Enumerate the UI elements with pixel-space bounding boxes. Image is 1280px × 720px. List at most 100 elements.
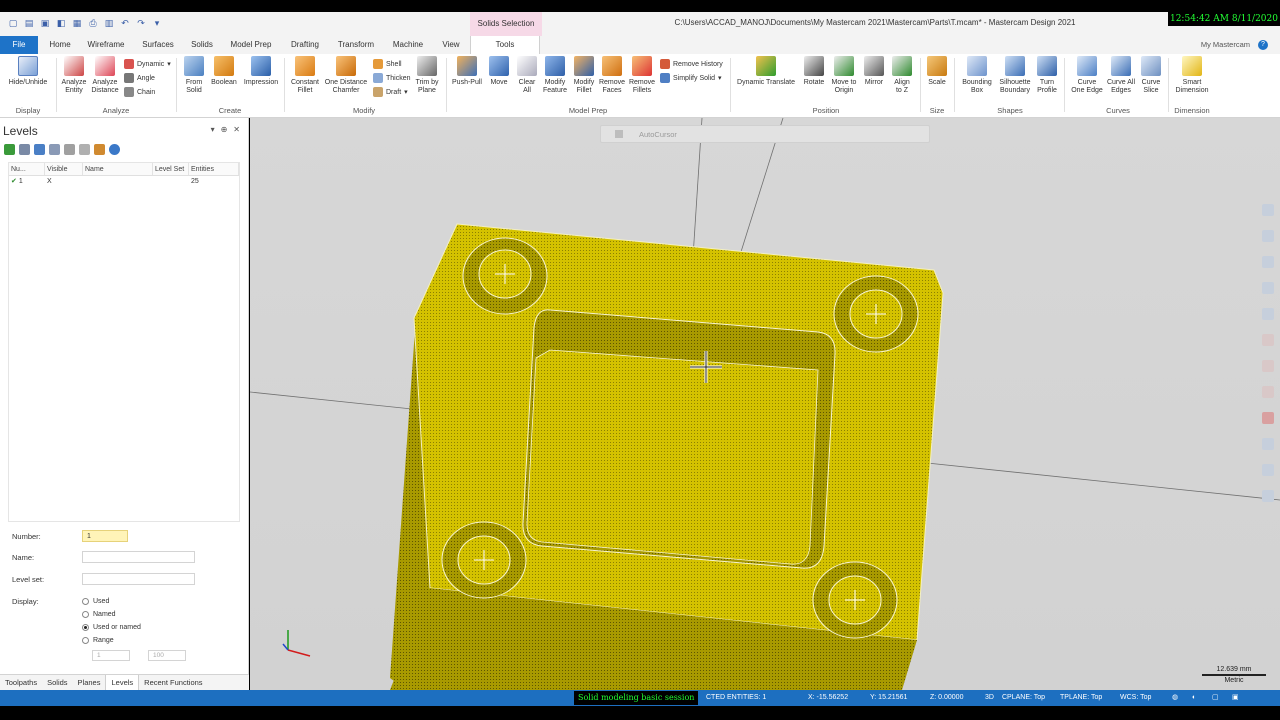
tab-tools[interactable]: Tools	[470, 36, 540, 54]
curve-slice-button[interactable]: Curve Slice	[1136, 56, 1166, 95]
tab-solids-manager[interactable]: Solids	[42, 675, 72, 690]
scale-button[interactable]: Scale	[924, 56, 950, 87]
column-level-set[interactable]: Level Set	[153, 163, 189, 175]
shading-icon[interactable]	[1262, 412, 1274, 424]
hole-top-right[interactable]	[833, 275, 919, 353]
remove-fillets-button[interactable]: Remove Fillets	[628, 56, 656, 95]
column-number[interactable]: Nu...	[9, 163, 45, 175]
list-icon[interactable]	[79, 144, 90, 155]
rotate-button[interactable]: Rotate	[800, 56, 828, 87]
radio-range[interactable]: Range	[82, 637, 114, 644]
modify-fillet-button[interactable]: Modify Fillet	[570, 56, 598, 95]
one-distance-chamfer-button[interactable]: One Distance Chamfer	[322, 56, 370, 95]
move-button[interactable]: Move	[486, 56, 512, 87]
impression-button[interactable]: Impression	[240, 56, 282, 87]
tab-recent-functions[interactable]: Recent Functions	[139, 675, 207, 690]
radio-used[interactable]: Used	[82, 598, 109, 605]
view-right-icon[interactable]	[1262, 360, 1274, 372]
row-visible-cell[interactable]: X	[45, 176, 83, 188]
chain-button[interactable]: Chain	[124, 87, 155, 97]
curve-one-edge-button[interactable]: Curve One Edge	[1068, 56, 1106, 95]
save-as-icon[interactable]: ▥	[102, 16, 116, 30]
constant-fillet-button[interactable]: Constant Fillet	[288, 56, 322, 95]
tab-toolpaths[interactable]: Toolpaths	[0, 675, 42, 690]
bounding-box-button[interactable]: Bounding Box	[958, 56, 996, 95]
name-field[interactable]	[82, 551, 195, 563]
layers-view-icon[interactable]	[1262, 490, 1274, 502]
move-to-origin-button[interactable]: Move to Origin	[828, 56, 860, 95]
silhouette-boundary-button[interactable]: Silhouette Boundary	[996, 56, 1034, 95]
view-front-icon[interactable]	[1262, 334, 1274, 346]
customize-qat-icon[interactable]: ▾	[150, 16, 164, 30]
tab-view[interactable]: View	[436, 36, 466, 54]
trim-by-plane-button[interactable]: Trim by Plane	[412, 56, 442, 95]
solid-model-view[interactable]	[250, 118, 1280, 690]
undo-icon[interactable]: ↶	[118, 16, 132, 30]
shell-button[interactable]: Shell	[373, 59, 402, 69]
tplane-status[interactable]: TPLANE: Top	[1060, 690, 1102, 706]
column-name[interactable]: Name	[83, 163, 153, 175]
print-icon[interactable]: ⎙	[86, 16, 100, 30]
my-mastercam-link[interactable]: My Mastercam	[1201, 36, 1250, 54]
dynamic-button[interactable]: Dynamic ▾	[124, 59, 171, 69]
range-from-field[interactable]: 1	[92, 650, 130, 661]
analyze-entity-button[interactable]: Analyze Entity	[60, 56, 88, 95]
tab-machine[interactable]: Machine	[388, 36, 428, 54]
rotate-view-icon[interactable]	[1262, 256, 1274, 268]
close-icon[interactable]: ✕	[233, 125, 240, 134]
autocursor-toggle-icon[interactable]	[615, 130, 623, 138]
radio-named[interactable]: Named	[82, 611, 116, 618]
push-pull-button[interactable]: Push-Pull	[450, 56, 484, 87]
modify-feature-button[interactable]: Modify Feature	[540, 56, 570, 95]
y-coordinate[interactable]: Y: 15.21561	[870, 690, 907, 706]
wireframe-mode-icon[interactable]: ▢	[1212, 690, 1219, 706]
boolean-button[interactable]: Boolean	[208, 56, 240, 87]
panel-menu-icon[interactable]: ▾	[211, 125, 215, 134]
tab-solids[interactable]: Solids	[186, 36, 218, 54]
hidden-line-icon[interactable]: ▣	[1232, 690, 1239, 706]
dynamic-translate-button[interactable]: Dynamic Translate	[734, 56, 798, 87]
section-view-icon[interactable]	[1262, 464, 1274, 476]
new-file-icon[interactable]: ▢	[6, 16, 20, 30]
mirror-button[interactable]: Mirror	[860, 56, 888, 87]
help-icon[interactable]: ?	[1258, 40, 1268, 50]
find-icon[interactable]	[19, 144, 30, 155]
simplify-solid-button[interactable]: Simplify Solid ▾	[660, 73, 722, 83]
mode-3d-toggle[interactable]: 3D	[985, 690, 994, 706]
range-to-field[interactable]: 100	[148, 650, 186, 661]
column-visible[interactable]: Visible	[45, 163, 83, 175]
clear-all-button[interactable]: Clear All	[514, 56, 540, 95]
angle-button[interactable]: Angle	[124, 73, 155, 83]
table-row[interactable]: ✔ 1 X 25	[9, 176, 239, 188]
graphics-viewport[interactable]: AutoCursor 12.639 mm Metric	[250, 118, 1280, 690]
tab-home[interactable]: Home	[46, 36, 74, 54]
shading-mode-icon[interactable]: ◐	[1192, 690, 1196, 706]
z-coordinate[interactable]: Z: 0.00000	[930, 690, 963, 706]
smart-dimension-button[interactable]: Smart Dimension	[1172, 56, 1212, 95]
hole-bottom-left[interactable]	[441, 521, 527, 599]
from-solid-button[interactable]: From Solid	[180, 56, 208, 95]
analyze-distance-button[interactable]: Analyze Distance	[90, 56, 120, 95]
layers-icon[interactable]	[34, 144, 45, 155]
tab-levels[interactable]: Levels	[105, 675, 140, 690]
stack-icon[interactable]	[49, 144, 60, 155]
view-iso-icon[interactable]	[1262, 386, 1274, 398]
number-field[interactable]: 1	[82, 530, 128, 542]
hide-unhide-button[interactable]: Hide/Unhide	[6, 56, 50, 87]
fit-icon[interactable]	[1262, 230, 1274, 242]
remove-history-button[interactable]: Remove History	[660, 59, 723, 69]
turn-profile-button[interactable]: Turn Profile	[1034, 56, 1060, 95]
tab-planes[interactable]: Planes	[73, 675, 106, 690]
tab-model-prep[interactable]: Model Prep	[228, 36, 274, 54]
zoom-icon[interactable]	[1262, 204, 1274, 216]
save-icon[interactable]: ▣	[38, 16, 52, 30]
remove-faces-button[interactable]: Remove Faces	[598, 56, 626, 95]
view-top-icon[interactable]	[1262, 308, 1274, 320]
wireframe-icon[interactable]	[1262, 438, 1274, 450]
pin-icon[interactable]: ⊕	[221, 125, 228, 134]
autocursor-toolbar[interactable]: AutoCursor	[600, 125, 930, 143]
new-icon[interactable]: ▤	[22, 16, 36, 30]
wcs-status[interactable]: WCS: Top	[1120, 690, 1151, 706]
level-set-field[interactable]	[82, 573, 195, 585]
settings-icon[interactable]	[94, 144, 105, 155]
